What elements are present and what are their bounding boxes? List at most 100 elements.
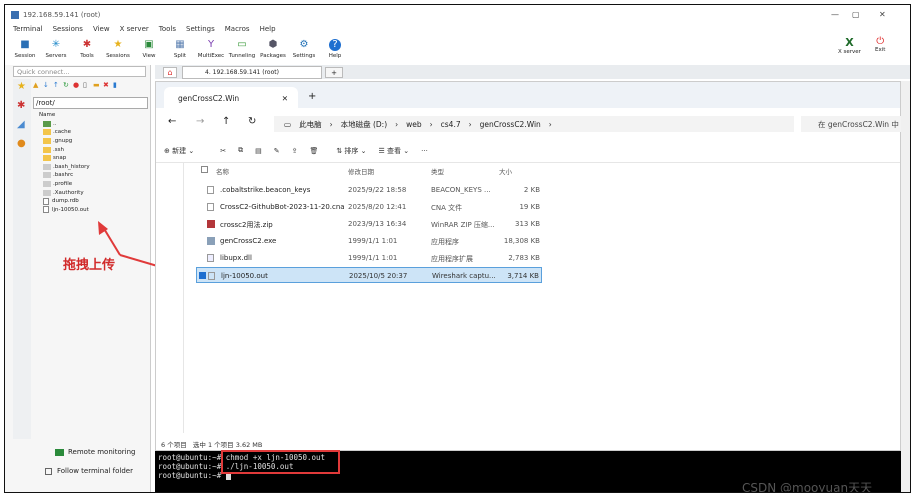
file-row[interactable]: libupx.dll 1999/1/1 1:01 应用程序扩展 2,783 KB [196, 250, 542, 266]
monitor-icon: ▭ [284, 119, 292, 129]
menu-view[interactable]: View [93, 25, 110, 36]
explorer-tab[interactable]: genCrossC2.Win ✕ [164, 87, 298, 108]
menu-terminal[interactable]: Terminal [13, 25, 43, 36]
servers-label: Servers [45, 53, 67, 59]
split-button[interactable]: ▦ Split [165, 36, 195, 65]
sessions-button[interactable]: ★ Sessions [103, 36, 133, 65]
nav-pane [156, 163, 184, 433]
session-tab[interactable]: 4. 192.168.59.141 (root) [182, 66, 322, 79]
refresh-icon[interactable]: ↻ [248, 116, 256, 127]
menu-xserver[interactable]: X server [120, 25, 149, 36]
refresh-icon[interactable]: ↻ [63, 81, 71, 89]
file-date: 2023/9/13 16:34 [348, 220, 407, 228]
file-size: 313 KB [515, 220, 540, 228]
mobaxterm-window: 192.168.59.141 (root) — ▢ ✕ Terminal Ses… [4, 4, 911, 493]
file-row[interactable]: crossc2用法.zip 2023/9/13 16:34 WinRAR ZIP 压… [196, 216, 542, 232]
back-icon[interactable]: ← [168, 116, 176, 127]
path-input[interactable]: /root/ [33, 97, 148, 109]
tree-item[interactable]: .ssh [33, 145, 148, 154]
tree-item[interactable]: .Xauthority [33, 188, 148, 197]
file-row[interactable]: genCrossC2.exe 1999/1/1 1:01 应用程序 18,308 KB [196, 233, 542, 249]
more-icon[interactable]: ··· [421, 147, 428, 155]
breadcrumb-item[interactable]: 本地磁盘 (D:) [341, 119, 388, 130]
tree-item[interactable]: .bash_history [33, 163, 148, 172]
new-file-icon[interactable]: ▯ [83, 81, 91, 89]
rename-icon[interactable]: ✎ [274, 147, 280, 155]
menu-settings[interactable]: Settings [186, 25, 215, 36]
tree-item[interactable]: .cache [33, 128, 148, 137]
header-name[interactable]: 名称 [216, 166, 229, 176]
menu-help[interactable]: Help [260, 25, 276, 36]
view-button[interactable]: ▣ View [134, 36, 164, 65]
select-all-checkbox[interactable] [201, 166, 208, 173]
copy-icon[interactable]: ⧉ [238, 146, 243, 155]
home-tab[interactable]: ⌂ [163, 67, 177, 78]
tree-item[interactable]: dump.rdb [33, 197, 148, 206]
close-button[interactable]: ✕ [879, 10, 886, 19]
folder-up-icon[interactable]: ▲ [33, 81, 41, 89]
file-row-selected[interactable]: ljn-10050.out 2025/10/5 20:37 Wireshark ca… [196, 267, 542, 283]
up-icon[interactable]: ↑ [222, 116, 230, 127]
search-input[interactable]: 在 genCrossC2.Win 中 [801, 116, 901, 132]
share-icon[interactable]: ⇪ [292, 147, 298, 155]
servers-button[interactable]: ✳ Servers [41, 36, 71, 65]
follow-folder-checkbox[interactable]: Follow terminal folder [45, 467, 133, 475]
menu-sessions[interactable]: Sessions [53, 25, 83, 36]
remote-monitoring-button[interactable]: Remote monitoring [55, 448, 135, 456]
star-icon[interactable]: ★ [17, 81, 31, 92]
upload-icon[interactable]: ↑ [53, 81, 61, 89]
delete-icon[interactable]: ✖ [103, 81, 111, 89]
tools-icon[interactable]: ✱ [17, 100, 31, 111]
file-row[interactable]: CrossC2-GithubBot-2023-11-20.cna 2025/8/2… [196, 199, 542, 215]
tree-item[interactable]: .bashrc [33, 171, 148, 180]
sessions-label: Sessions [106, 53, 130, 59]
tree-item[interactable]: snap [33, 154, 148, 163]
breadcrumb-item[interactable]: web [406, 120, 422, 129]
help-button[interactable]: ? Help [320, 36, 350, 65]
terminal-scrollbar[interactable] [901, 81, 910, 492]
close-icon[interactable]: ✕ [282, 94, 288, 103]
menu-macros[interactable]: Macros [225, 25, 250, 36]
breadcrumb-item[interactable]: cs4.7 [441, 120, 461, 129]
header-type[interactable]: 类型 [431, 166, 444, 176]
breadcrumb-item[interactable]: genCrossC2.Win [480, 120, 541, 129]
session-button[interactable]: ■ Session [10, 36, 40, 65]
tree-item[interactable]: .profile [33, 180, 148, 189]
breadcrumb-item[interactable]: 此电脑 [299, 119, 322, 130]
minimize-button[interactable]: — [831, 10, 839, 19]
file-row[interactable]: .cobaltstrike.beacon_keys 2025/9/22 18:58… [196, 182, 542, 198]
stop-icon[interactable]: ● [73, 81, 81, 89]
settings-button[interactable]: ⚙ Settings [289, 36, 319, 65]
header-size[interactable]: 大小 [499, 166, 512, 176]
exit-button[interactable]: ⏻ Exit [875, 36, 885, 53]
new-tab-icon[interactable]: + [308, 91, 316, 102]
menu-bar: Terminal Sessions View X server Tools Se… [5, 25, 910, 36]
sftp-icon[interactable]: ◢ [17, 119, 31, 130]
paste-icon[interactable]: ▤ [255, 147, 262, 155]
checked-checkbox-icon[interactable] [199, 272, 206, 279]
quick-connect-input[interactable]: Quick connect... [13, 66, 146, 77]
download-icon[interactable]: ↓ [43, 81, 51, 89]
tree-item[interactable]: ljn-10050.out [33, 206, 148, 215]
properties-icon[interactable]: ▮ [113, 81, 121, 89]
tree-item[interactable]: .. [33, 120, 148, 129]
cut-icon[interactable]: ✂ [220, 147, 226, 155]
maximize-button[interactable]: ▢ [852, 10, 860, 19]
menu-tools[interactable]: Tools [159, 25, 176, 36]
header-date[interactable]: 修改日期 [348, 166, 374, 176]
new-folder-icon[interactable]: ▬ [93, 81, 101, 89]
forward-icon[interactable]: → [196, 116, 204, 127]
macro-icon[interactable]: ● [17, 138, 31, 149]
delete-icon[interactable]: 🗑 [309, 147, 318, 155]
new-tab-button[interactable]: + [325, 67, 343, 78]
packages-button[interactable]: ⬢ Packages [258, 36, 288, 65]
xserver-button[interactable]: XX server [838, 36, 861, 55]
multiexec-button[interactable]: Y MultiExec [196, 36, 226, 65]
new-button[interactable]: ⊕ 新建 ⌄ [164, 146, 194, 156]
tunneling-button[interactable]: ▭ Tunneling [227, 36, 257, 65]
view-button[interactable]: ☰ 查看 ⌄ [379, 146, 410, 156]
sort-button[interactable]: ⇅ 排序 ⌄ [336, 146, 366, 156]
tree-item[interactable]: .gnupg [33, 137, 148, 146]
breadcrumb[interactable]: ▭ 此电脑 › 本地磁盘 (D:) › web › cs4.7 › genCrossC2… [274, 116, 794, 132]
tools-button[interactable]: ✱ Tools [72, 36, 102, 65]
